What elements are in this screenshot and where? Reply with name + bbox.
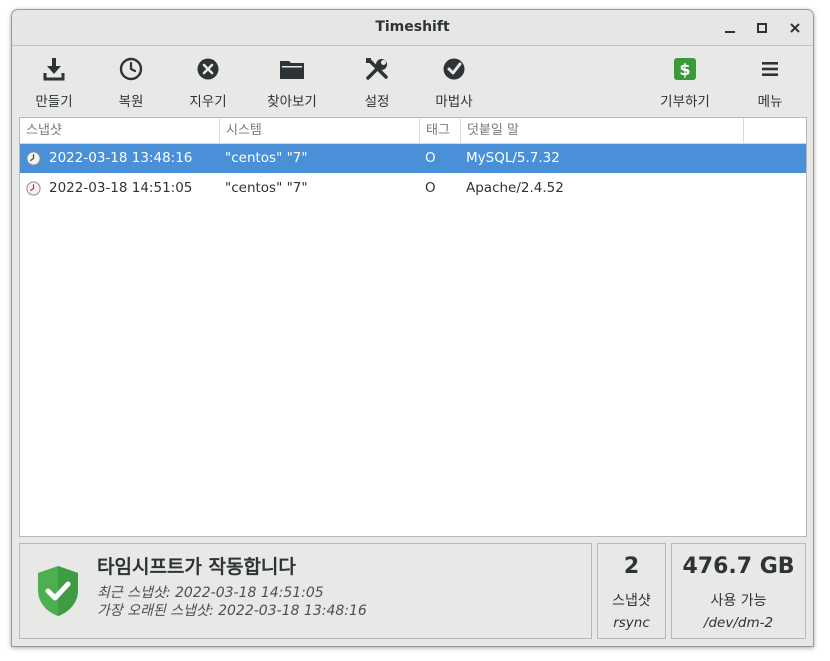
delete-circle-icon [195, 56, 221, 82]
shield-check-icon [38, 566, 78, 616]
column-snapshot[interactable]: 스냅샷 [20, 118, 220, 143]
list-header: 스냅샷 시스템 태그 덧붙일 말 [20, 118, 806, 144]
timeshift-window: Timeshift 만들기 복원 지우기 찾아보기 설정 마법사 $ 기부하기 … [11, 9, 814, 647]
settings-button[interactable]: 설정 [353, 46, 401, 116]
column-tag[interactable]: 태그 [420, 118, 461, 143]
wizard-button[interactable]: 마법사 [428, 46, 480, 116]
disk-space-panel: 476.7 GB 사용 가능 /dev/dm-2 [671, 543, 806, 639]
disk-device: /dev/dm-2 [703, 615, 774, 631]
restore-button[interactable]: 복원 [105, 46, 157, 116]
maximize-icon [757, 23, 767, 33]
create-label: 만들기 [35, 94, 73, 110]
browse-label: 찾아보기 [267, 94, 317, 110]
snapshot-clock-icon [26, 181, 41, 196]
disk-free: 476.7 GB [682, 554, 795, 579]
close-button[interactable] [783, 16, 807, 40]
menu-label: 메뉴 [757, 94, 783, 110]
svg-text:$: $ [679, 60, 690, 79]
dollar-icon: $ [672, 56, 698, 82]
snapshot-system: "centos" "7" [225, 150, 308, 166]
title-bar: Timeshift [12, 10, 813, 46]
folder-icon [279, 56, 305, 82]
donate-button[interactable]: $ 기부하기 [653, 46, 717, 116]
snapshot-tag: O [425, 180, 436, 196]
snapshot-comment: Apache/2.4.52 [466, 180, 564, 196]
snapshot-row[interactable]: 2022-03-18 13:48:16 "centos" "7" O MySQL… [20, 144, 806, 173]
donate-label: 기부하기 [660, 94, 710, 110]
wizard-label: 마법사 [435, 94, 473, 110]
snapshot-count-label: 스냅샷 [612, 593, 651, 609]
status-panel: 타임시프트가 작동합니다 최근 스냅샷: 2022-03-18 14:51:05… [19, 543, 592, 639]
maximize-button[interactable] [750, 16, 774, 40]
download-icon [41, 56, 67, 82]
column-system[interactable]: 시스템 [220, 118, 420, 143]
snapshot-row[interactable]: 2022-03-18 14:51:05 "centos" "7" O Apach… [20, 174, 806, 203]
snapshot-list: 스냅샷 시스템 태그 덧붙일 말 2022-03-18 13:48:16 "ce… [19, 117, 807, 537]
browse-button[interactable]: 찾아보기 [260, 46, 324, 116]
hamburger-icon [757, 56, 783, 82]
restore-label: 복원 [118, 94, 144, 110]
snapshot-comment: MySQL/5.7.32 [466, 150, 560, 166]
status-title: 타임시프트가 작동합니다 [97, 556, 296, 578]
snapshot-clock-icon [26, 151, 41, 166]
close-icon [790, 23, 800, 33]
latest-snapshot-text: 최근 스냅샷: 2022-03-18 14:51:05 [97, 585, 324, 601]
delete-label: 지우기 [189, 94, 227, 110]
oldest-snapshot-text: 가장 오래된 스냅샷: 2022-03-18 13:48:16 [97, 603, 367, 619]
tools-icon [364, 56, 390, 82]
snapshot-system: "centos" "7" [225, 180, 308, 196]
snapshot-count: 2 [623, 554, 640, 579]
menu-button[interactable]: 메뉴 [750, 46, 790, 116]
window-title: Timeshift [375, 19, 450, 35]
clock-icon [118, 56, 144, 82]
snapshot-mode: rsync [613, 615, 650, 631]
minimize-button[interactable] [718, 16, 742, 40]
settings-label: 설정 [364, 94, 390, 110]
snapshot-date: 2022-03-18 14:51:05 [49, 180, 193, 196]
snapshot-tag: O [425, 150, 436, 166]
toolbar: 만들기 복원 지우기 찾아보기 설정 마법사 $ 기부하기 메뉴 [12, 46, 813, 116]
minimize-icon [725, 31, 735, 33]
snapshot-date: 2022-03-18 13:48:16 [49, 150, 193, 166]
column-comment[interactable]: 덧붙일 말 [461, 118, 744, 143]
create-button[interactable]: 만들기 [26, 46, 82, 116]
check-circle-icon [441, 56, 467, 82]
delete-button[interactable]: 지우기 [180, 46, 236, 116]
snapshot-count-panel: 2 스냅샷 rsync [597, 543, 666, 639]
disk-free-label: 사용 가능 [710, 593, 767, 609]
